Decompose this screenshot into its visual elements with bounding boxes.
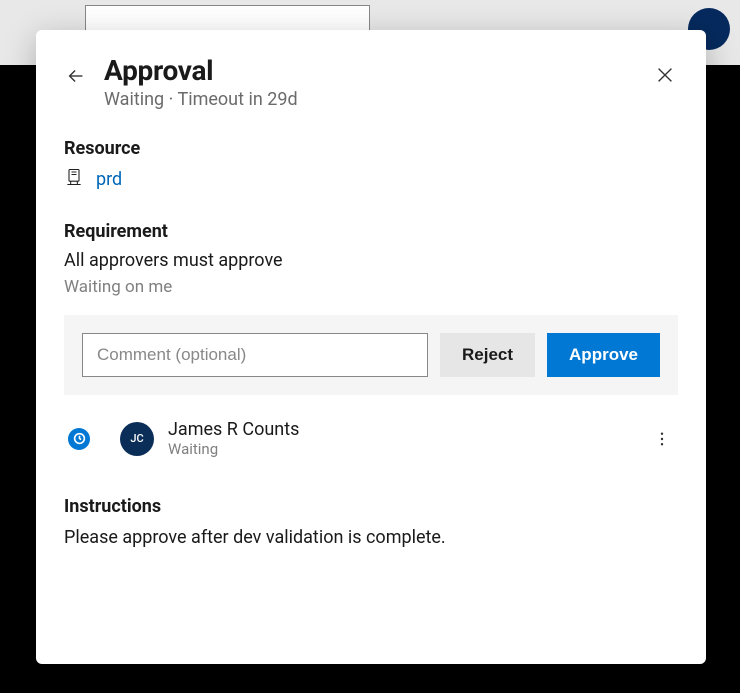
approver-row: JC James R Counts Waiting (64, 413, 678, 464)
resource-row: prd (64, 167, 678, 191)
approve-button[interactable]: Approve (547, 333, 660, 377)
close-button[interactable] (654, 64, 678, 88)
approver-avatar: JC (120, 422, 154, 456)
panel-header: Approval Waiting · Timeout in 29d (64, 54, 678, 110)
instructions-text: Please approve after dev validation is c… (64, 527, 678, 548)
approver-status: Waiting (168, 440, 636, 458)
panel-subtitle: Waiting · Timeout in 29d (104, 89, 638, 110)
more-vertical-icon (653, 430, 671, 448)
waiting-status-badge (68, 428, 90, 450)
separator: · (169, 89, 174, 110)
clock-icon (73, 432, 86, 445)
requirement-description: All approvers must approve (64, 250, 678, 271)
status-text: Waiting (104, 89, 164, 110)
panel-title: Approval (104, 54, 638, 87)
timeout-text: Timeout in 29d (177, 89, 297, 110)
title-block: Approval Waiting · Timeout in 29d (104, 54, 638, 110)
resource-link[interactable]: prd (96, 169, 122, 190)
close-icon (654, 64, 676, 86)
comment-input[interactable] (82, 333, 428, 377)
action-bar: Reject Approve (64, 315, 678, 395)
requirement-label: Requirement (64, 221, 678, 242)
reject-button[interactable]: Reject (440, 333, 535, 377)
approver-info: James R Counts Waiting (168, 419, 636, 458)
approver-name: James R Counts (168, 419, 636, 440)
more-menu-button[interactable] (650, 427, 674, 451)
arrow-left-icon (65, 65, 87, 87)
approval-panel: Approval Waiting · Timeout in 29d Resour… (36, 30, 706, 664)
requirement-status: Waiting on me (64, 277, 678, 297)
resource-label: Resource (64, 138, 678, 159)
server-icon (64, 167, 84, 191)
back-button[interactable] (64, 64, 88, 88)
instructions-label: Instructions (64, 496, 678, 517)
